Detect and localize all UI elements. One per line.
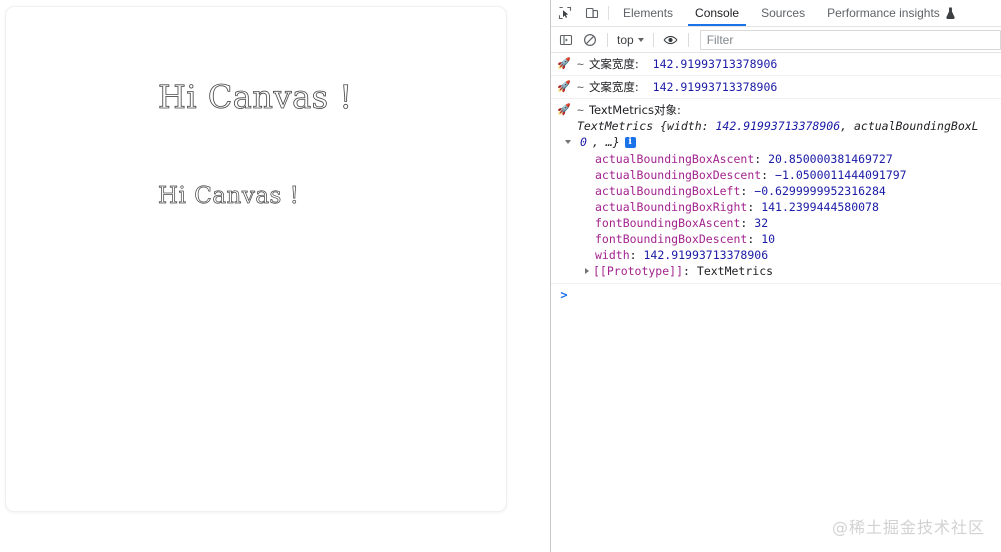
tilde-separator: ~ xyxy=(577,103,584,117)
tab-console[interactable]: Console xyxy=(684,0,750,26)
console-log-label: TextMetrics对象: xyxy=(588,103,681,117)
toolbar-divider xyxy=(687,32,689,47)
toolbar-divider xyxy=(608,6,609,20)
console-object-properties: actualBoundingBoxAscent: 20.850000381469… xyxy=(551,150,907,281)
prototype-colon: : xyxy=(683,264,690,278)
property-key: fontBoundingBoxAscent xyxy=(595,216,741,230)
chevron-right-icon[interactable] xyxy=(585,268,589,274)
experiment-flask-icon xyxy=(945,7,956,19)
device-toolbar-icon[interactable] xyxy=(578,0,605,26)
devtools-panel: Elements Console Sources Performance ins… xyxy=(551,0,1001,552)
page-viewport: Hi Canvas ! Hi Canvas ! xyxy=(0,0,551,552)
property-key: actualBoundingBoxLeft xyxy=(595,184,741,198)
object-class-name: TextMetrics xyxy=(577,119,654,133)
execution-context-label: top xyxy=(617,32,634,47)
tab-elements[interactable]: Elements xyxy=(612,0,684,26)
property-value: −1.0500011444091797 xyxy=(775,168,907,182)
rocket-icon: 🚀 xyxy=(557,80,571,93)
console-log-value: 142.91993713378906 xyxy=(652,80,778,94)
execution-context-select[interactable]: top xyxy=(613,32,648,48)
canvas-text-large: Hi Canvas ! xyxy=(158,78,353,117)
canvas-element[interactable]: Hi Canvas ! Hi Canvas ! xyxy=(5,6,507,512)
rocket-icon: 🚀 xyxy=(557,57,571,70)
object-property: width: 142.91993713378906 xyxy=(551,247,907,263)
tilde-separator: ~ xyxy=(577,57,584,71)
property-value: 10 xyxy=(761,232,776,246)
console-log-text: ~ TextMetrics对象: xyxy=(577,102,685,118)
console-toolbar: top xyxy=(551,27,1001,53)
tab-elements-label: Elements xyxy=(623,6,674,20)
toolbar-divider xyxy=(652,32,654,47)
tab-sources[interactable]: Sources xyxy=(750,0,816,26)
property-key: actualBoundingBoxRight xyxy=(595,200,748,214)
live-expression-icon[interactable] xyxy=(659,29,683,51)
object-brace-open: { xyxy=(653,119,668,133)
clear-console-icon[interactable] xyxy=(578,29,602,51)
console-object-row[interactable]: 🚀 ~ TextMetrics对象: TextMetrics {width: 14… xyxy=(551,99,1001,284)
property-value: 32 xyxy=(754,216,769,230)
object-property: actualBoundingBoxRight: 141.239944458007… xyxy=(551,199,907,215)
app-root: Hi Canvas ! Hi Canvas ! Elements Console… xyxy=(0,0,1001,552)
console-message-list[interactable]: 🚀 ~ 文案宽度: 142.91993713378906 🚀 ~ 文案宽度: 142… xyxy=(551,53,1001,552)
console-log-text: ~ 文案宽度: 142.91993713378906 xyxy=(577,79,1001,95)
console-object-preview: TextMetrics {width: 142.91993713378906, … xyxy=(551,118,979,134)
tilde-separator: ~ xyxy=(577,80,584,94)
object-prototype-row[interactable]: [[Prototype]]: TextMetrics xyxy=(551,263,907,279)
devtools-tabstrip: Elements Console Sources Performance ins… xyxy=(551,0,1001,27)
object-preview-value: 142.91993713378906 xyxy=(715,119,841,133)
chevron-down-icon[interactable] xyxy=(565,140,571,144)
console-log-text: ~ 文案宽度: 142.91993713378906 xyxy=(577,56,1001,72)
canvas-text-small: Hi Canvas ! xyxy=(158,183,300,210)
console-object-header: 🚀 ~ TextMetrics对象: xyxy=(551,102,685,118)
property-key: fontBoundingBoxDescent xyxy=(595,232,748,246)
prompt-chevron-icon: > xyxy=(560,288,568,302)
console-filter-input[interactable] xyxy=(699,29,1001,50)
prototype-value: TextMetrics xyxy=(696,264,774,278)
object-property: actualBoundingBoxAscent: 20.850000381469… xyxy=(551,151,907,167)
console-prompt-row[interactable]: > xyxy=(551,284,1001,305)
tab-performance-insights-label: Performance insights xyxy=(827,6,940,20)
property-value: 141.2399444580078 xyxy=(761,200,879,214)
object-preview-key: width: xyxy=(667,119,716,133)
console-log-label: 文案宽度: xyxy=(588,80,639,94)
property-value: 20.850000381469727 xyxy=(768,152,893,166)
property-colon: : xyxy=(754,152,762,166)
property-key: width xyxy=(595,248,630,262)
property-value: 142.91993713378906 xyxy=(643,248,769,262)
object-property: actualBoundingBoxLeft: −0.62999999523162… xyxy=(551,183,907,199)
property-colon: : xyxy=(761,168,769,182)
toolbar-divider xyxy=(607,32,608,47)
object-property: fontBoundingBoxDescent: 10 xyxy=(551,231,907,247)
property-colon: : xyxy=(629,248,637,262)
console-log-value: 142.91993713378906 xyxy=(652,57,778,71)
tab-performance-insights[interactable]: Performance insights xyxy=(816,0,967,26)
console-log-row[interactable]: 🚀 ~ 文案宽度: 142.91993713378906 xyxy=(551,53,1001,76)
tab-console-label: Console xyxy=(695,6,740,20)
console-object-preview-tail: 0 , …} i xyxy=(551,134,636,150)
inspect-element-icon[interactable] xyxy=(551,0,578,26)
property-key: actualBoundingBoxAscent xyxy=(595,152,755,166)
chevron-down-icon xyxy=(637,37,644,42)
console-sidebar-icon[interactable] xyxy=(554,29,578,51)
console-log-row[interactable]: 🚀 ~ 文案宽度: 142.91993713378906 xyxy=(551,76,1001,99)
property-colon: : xyxy=(747,232,755,246)
console-log-label: 文案宽度: xyxy=(588,57,639,71)
property-value: −0.6299999952316284 xyxy=(754,184,886,198)
property-colon: : xyxy=(747,200,755,214)
object-property: actualBoundingBoxDescent: −1.05000114440… xyxy=(551,167,907,183)
object-preview-rest: , actualBoundingBoxL xyxy=(840,119,979,133)
rocket-icon: 🚀 xyxy=(557,103,571,116)
property-colon: : xyxy=(740,184,748,198)
object-property: fontBoundingBoxAscent: 32 xyxy=(551,215,907,231)
prototype-key: [[Prototype]] xyxy=(593,264,684,278)
object-tail-value: 0 xyxy=(580,135,587,149)
object-tail-rest: , …} xyxy=(591,135,620,149)
property-key: actualBoundingBoxDescent xyxy=(595,168,762,182)
info-icon[interactable]: i xyxy=(624,136,636,148)
property-colon: : xyxy=(740,216,748,230)
tab-sources-label: Sources xyxy=(761,6,806,20)
